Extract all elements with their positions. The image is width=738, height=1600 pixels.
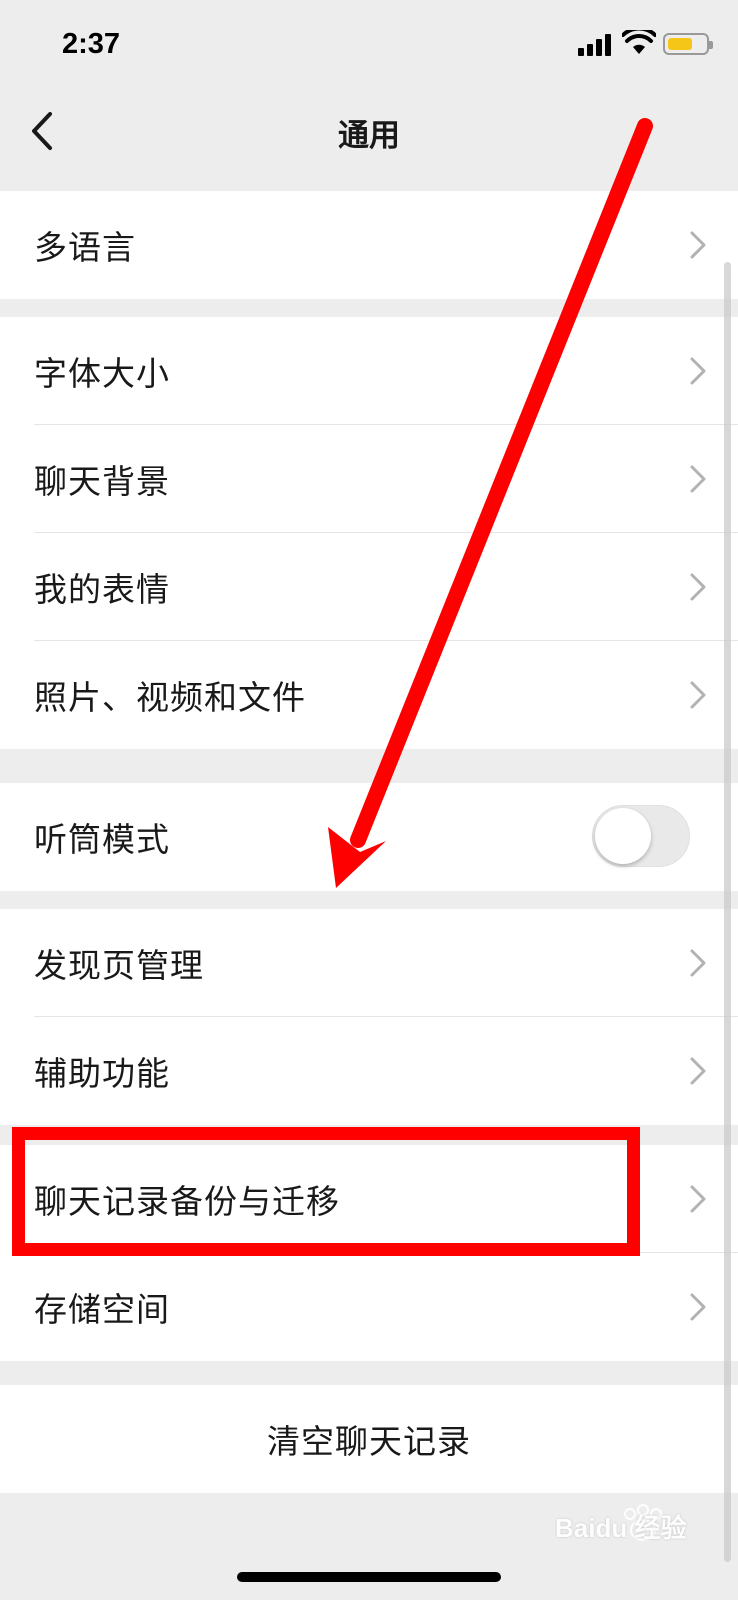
row-my-stickers[interactable]: 我的表情 [0, 533, 738, 641]
chevron-right-icon [690, 231, 706, 259]
row-label: 聊天背景 [34, 462, 170, 501]
wifi-icon [622, 30, 656, 54]
watermark-text: Baidu 经验 [555, 1513, 687, 1543]
row-label: 辅助功能 [34, 1054, 170, 1093]
chevron-right-icon [690, 357, 706, 385]
scrollbar[interactable] [724, 262, 731, 1562]
settings-group-earpiece: 听筒模式 [0, 783, 738, 891]
clear-chat-history-button[interactable]: 清空聊天记录 [0, 1385, 738, 1493]
row-photos-videos-files[interactable]: 照片、视频和文件 [0, 641, 738, 749]
row-label: 聊天记录备份与迁移 [34, 1182, 340, 1221]
row-label: 多语言 [34, 228, 136, 267]
earpiece-mode-toggle[interactable] [592, 805, 690, 867]
row-label: 我的表情 [34, 570, 170, 609]
row-chat-backup-migration[interactable]: 聊天记录备份与迁移 [0, 1145, 738, 1253]
toggle-knob [595, 808, 651, 864]
status-time: 2:37 [62, 28, 121, 60]
settings-group-storage: 聊天记录备份与迁移 存储空间 [0, 1145, 738, 1361]
settings-group-display: 字体大小 聊天背景 我的表情 照片、视频和文件 [0, 317, 738, 749]
row-label: 发现页管理 [34, 946, 204, 985]
chevron-right-icon [690, 681, 706, 709]
row-label: 照片、视频和文件 [34, 678, 306, 717]
status-bar: 2:37 [0, 0, 738, 90]
row-label: 字体大小 [34, 354, 170, 393]
battery-level [668, 38, 692, 50]
nav-bar: 通用 [0, 90, 738, 172]
row-font-size[interactable]: 字体大小 [0, 317, 738, 425]
row-label: 听筒模式 [34, 820, 170, 859]
chevron-right-icon [690, 949, 706, 977]
row-storage[interactable]: 存储空间 [0, 1253, 738, 1361]
chevron-right-icon [690, 573, 706, 601]
row-accessibility[interactable]: 辅助功能 [0, 1017, 738, 1125]
chevron-right-icon [690, 1057, 706, 1085]
page-title: 通用 [338, 118, 400, 154]
home-indicator[interactable] [237, 1572, 501, 1582]
row-chat-background[interactable]: 聊天背景 [0, 425, 738, 533]
chevron-right-icon [690, 1293, 706, 1321]
row-earpiece-mode: 听筒模式 [0, 783, 738, 891]
chevron-right-icon [690, 465, 706, 493]
row-label: 存储空间 [34, 1290, 170, 1329]
settings-group-discover: 发现页管理 辅助功能 [0, 909, 738, 1125]
row-language[interactable]: 多语言 [0, 191, 738, 299]
battery-icon [663, 33, 713, 55]
chevron-right-icon [690, 1185, 706, 1213]
row-discover-management[interactable]: 发现页管理 [0, 909, 738, 1017]
signal-icon [578, 34, 612, 56]
settings-group-language: 多语言 [0, 191, 738, 299]
